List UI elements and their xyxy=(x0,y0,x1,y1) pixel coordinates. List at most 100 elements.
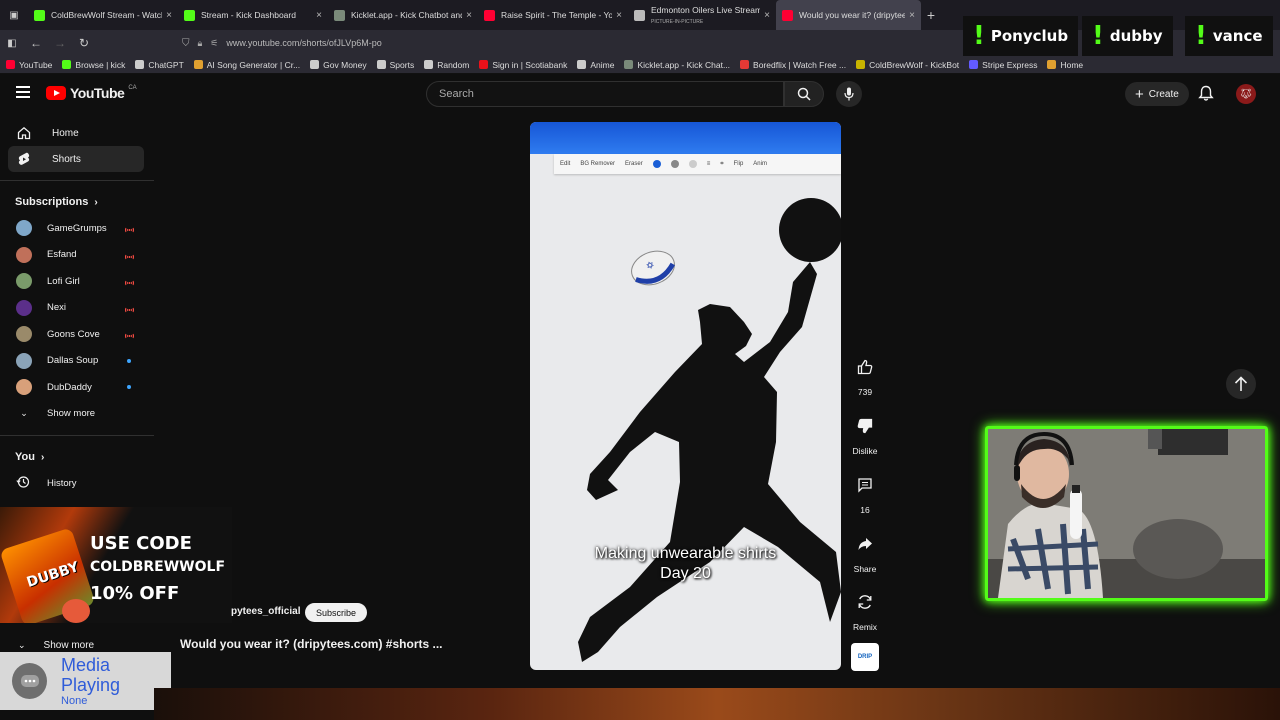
new-content-dot xyxy=(127,385,131,390)
close-tab-icon[interactable]: × xyxy=(316,10,322,21)
like-button[interactable]: 739 xyxy=(849,352,881,397)
live-indicator-icon xyxy=(125,305,134,312)
account-avatar[interactable]: 🐺︎ xyxy=(1236,84,1256,104)
url-text: www.youtube.com/shorts/ofJLVp6M-po xyxy=(226,38,382,48)
sidebar-toggle-icon[interactable]: ◧ xyxy=(0,38,24,49)
bookmark-item[interactable]: Browse | kick xyxy=(62,60,125,70)
browser-tab[interactable]: Stream - Kick Dashboard × xyxy=(178,0,328,30)
comments-button[interactable]: 16 xyxy=(849,470,881,515)
tab-list-icon[interactable]: ▣ xyxy=(0,10,28,21)
browser-tab[interactable]: Would you wear it? (dripytees. × xyxy=(776,0,921,30)
overlay-command-dubby: ! dubby xyxy=(1082,16,1173,56)
bookmark-item[interactable]: YouTube xyxy=(6,60,52,70)
forward-button[interactable]: → xyxy=(48,36,72,50)
previous-short-button[interactable] xyxy=(1226,369,1256,399)
close-tab-icon[interactable]: × xyxy=(166,10,172,21)
bookmark-item[interactable]: Sports xyxy=(376,60,414,70)
bookmark-item[interactable]: AI Song Generator | Cr... xyxy=(193,60,300,70)
browser-tab[interactable]: Kicklet.app - Kick Chatbot and ... × xyxy=(328,0,478,30)
subscription-name: Lofi Girl xyxy=(47,275,80,287)
shield-icon: ⛉ xyxy=(182,37,190,49)
bookmark-label: YouTube xyxy=(19,59,53,70)
bookmark-item[interactable]: Anime xyxy=(577,60,614,70)
share-label: Share xyxy=(853,564,877,574)
history-icon xyxy=(16,475,32,492)
remix-button[interactable]: Remix xyxy=(849,587,881,632)
caption-line-2: Day 20 xyxy=(660,565,711,582)
browser-tab[interactable]: Raise Spirit - The Temple - YouT × xyxy=(478,0,628,30)
subscriptions-heading[interactable]: Subscriptions › xyxy=(0,189,154,215)
subscription-item[interactable]: GameGrumps xyxy=(0,215,154,242)
chevron-down-icon: ⌄ xyxy=(20,408,28,419)
bookmark-item[interactable]: Boredflix | Watch Free ... xyxy=(740,60,846,70)
subscription-item[interactable]: Goons Cove xyxy=(0,321,154,348)
menu-icon[interactable] xyxy=(16,86,30,101)
reload-button[interactable]: ↻ xyxy=(72,36,96,50)
subscribe-button[interactable]: Subscribe xyxy=(305,603,368,622)
share-button[interactable]: Share xyxy=(849,529,881,574)
history-label: History xyxy=(47,477,77,489)
dislike-button[interactable]: Dislike xyxy=(849,411,881,456)
close-tab-icon[interactable]: × xyxy=(616,10,622,21)
tab-favicon-icon xyxy=(484,9,495,21)
subscription-item[interactable]: Dallas Soup xyxy=(0,348,154,375)
bookmark-item[interactable]: ChatGPT xyxy=(135,59,184,70)
search-input[interactable] xyxy=(426,81,784,107)
new-content-dot xyxy=(127,358,131,363)
short-video-player[interactable]: Edit BG Remover Eraser ≡ ⌗ Flip Anim ✡ M… xyxy=(530,122,841,670)
browser-tab[interactable]: ColdBrewWolf Stream - Watch Liv × xyxy=(28,0,178,30)
subscription-item[interactable]: Nexi xyxy=(0,295,154,322)
search-button[interactable] xyxy=(784,81,824,107)
close-tab-icon[interactable]: × xyxy=(764,10,770,21)
browser-tab[interactable]: Edmonton Oilers Live Stream - PICTURE-IN-… xyxy=(628,0,776,30)
bookmark-item[interactable]: Sign in | Scotiabank xyxy=(479,60,567,70)
bookmark-label: Random xyxy=(437,59,470,70)
subscription-item[interactable]: DubDaddy xyxy=(0,374,154,401)
bookmark-item[interactable]: Stripe Express xyxy=(969,60,1037,70)
overlay-fire-background xyxy=(154,688,1280,720)
show-more-subscriptions[interactable]: ⌄ Show more xyxy=(0,401,154,428)
channel-avatar xyxy=(16,273,32,290)
media-playing-widget: Media Playing None xyxy=(0,652,171,710)
audio-source-thumbnail[interactable]: DRIP xyxy=(851,643,879,671)
create-button[interactable]: + Create xyxy=(1125,82,1189,106)
new-tab-button[interactable]: + xyxy=(921,7,941,23)
sidebar-item-home[interactable]: Home xyxy=(8,120,144,146)
youtube-logo[interactable]: YouTube CA xyxy=(46,85,137,101)
bookmark-item[interactable]: ColdBrewWolf - KickBot xyxy=(856,60,959,70)
video-title[interactable]: Would you wear it? (dripytees.com) #shor… xyxy=(180,637,443,651)
bookmark-label: ChatGPT xyxy=(148,59,184,70)
bookmark-favicon-icon xyxy=(193,60,203,69)
bookmark-item[interactable]: Gov Money xyxy=(310,59,367,70)
close-tab-icon[interactable]: × xyxy=(466,10,472,21)
bookmark-favicon-icon xyxy=(1047,60,1057,69)
overlay-command-vance: ! vance xyxy=(1185,16,1273,56)
tab-favicon-icon xyxy=(634,9,645,21)
sidebar-item-history[interactable]: History xyxy=(0,470,154,497)
caption-line-1: Making unwearable shirts xyxy=(594,545,777,562)
subscription-item[interactable]: Esfand xyxy=(0,242,154,269)
address-bar[interactable]: ⛉ 🔒︎ ⚟ www.youtube.com/shorts/ofJLVp6M-p… xyxy=(182,38,382,49)
tab-title: Would you wear it? (dripytees. xyxy=(799,10,906,20)
bookmark-item[interactable]: Kicklet.app - Kick Chat... xyxy=(624,60,730,70)
channel-name[interactable]: pytees_official xyxy=(231,606,300,617)
sidebar-divider xyxy=(0,435,154,436)
bookmark-favicon-icon xyxy=(62,60,72,69)
fruit-image xyxy=(62,599,90,623)
subscription-item[interactable]: Lofi Girl xyxy=(0,268,154,295)
sidebar-item-shorts[interactable]: Shorts xyxy=(8,146,144,172)
you-heading[interactable]: You › xyxy=(0,444,154,470)
notifications-bell-icon[interactable] xyxy=(1198,85,1214,107)
close-tab-icon[interactable]: × xyxy=(909,10,915,21)
bookmark-label: Gov Money xyxy=(323,59,367,70)
back-button[interactable]: ← xyxy=(24,36,48,50)
bookmark-item[interactable]: Random xyxy=(424,60,469,70)
promo-line-2: COLDBREWWOLF xyxy=(90,559,226,575)
bookmark-item[interactable]: Home xyxy=(1047,60,1083,70)
page-info-icon: ⚟ xyxy=(210,37,219,48)
subscription-name: Goons Cove xyxy=(47,328,100,340)
overlay-command-ponyclub: ! Ponyclub xyxy=(963,16,1079,56)
voice-search-button[interactable] xyxy=(836,81,862,107)
show-more-label: Show more xyxy=(47,408,96,420)
bookmark-favicon-icon xyxy=(624,60,634,69)
